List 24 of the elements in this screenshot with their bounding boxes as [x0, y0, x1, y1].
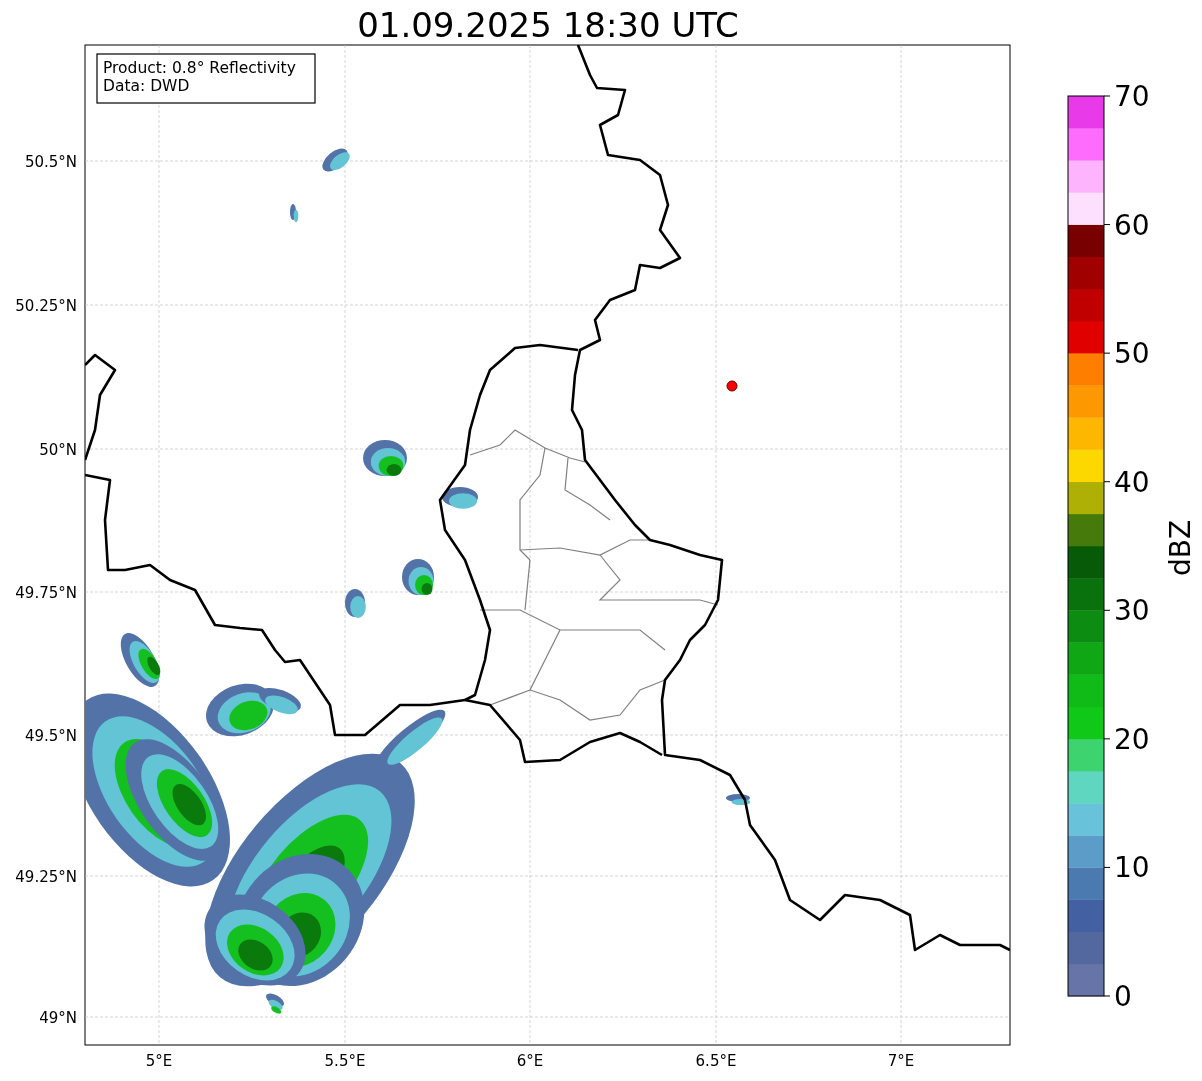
colorbar-tick-label: 0	[1114, 980, 1132, 1013]
colorbar-tick-label: 30	[1114, 594, 1150, 628]
longitude-label: 6°E	[516, 1052, 544, 1070]
legend-text: Product: 0.8° Reflectivity	[103, 59, 296, 77]
latitude-label: 50.25°N	[15, 297, 77, 315]
latitude-label: 49.75°N	[15, 584, 77, 602]
legend-text: Data: DWD	[103, 77, 190, 95]
colorbar-tick-label: 20	[1114, 722, 1150, 756]
latitude-label: 50.5°N	[24, 153, 77, 171]
latitude-label: 49.5°N	[24, 727, 77, 745]
longitude-label: 5°E	[145, 1052, 173, 1070]
colorbar-tick-label: 70	[1114, 80, 1150, 113]
colorbar-tick-label: 40	[1114, 465, 1150, 499]
latitude-label: 50°N	[39, 441, 77, 459]
colorbar-tick-label: 10	[1114, 851, 1150, 885]
colorbar-tick-label: 60	[1114, 208, 1150, 242]
latitude-label: 49°N	[39, 1009, 77, 1027]
colorbar-label: dBZ	[1164, 519, 1197, 577]
longitude-label: 5.5°E	[324, 1052, 366, 1070]
longitude-label: 7°E	[887, 1052, 915, 1070]
longitude-label: 6.5°E	[695, 1052, 737, 1070]
latitude-label: 49.25°N	[15, 868, 77, 886]
plot-title: 01.09.2025 18:30 UTC	[357, 5, 739, 45]
colorbar-tick-label: 50	[1114, 337, 1150, 371]
